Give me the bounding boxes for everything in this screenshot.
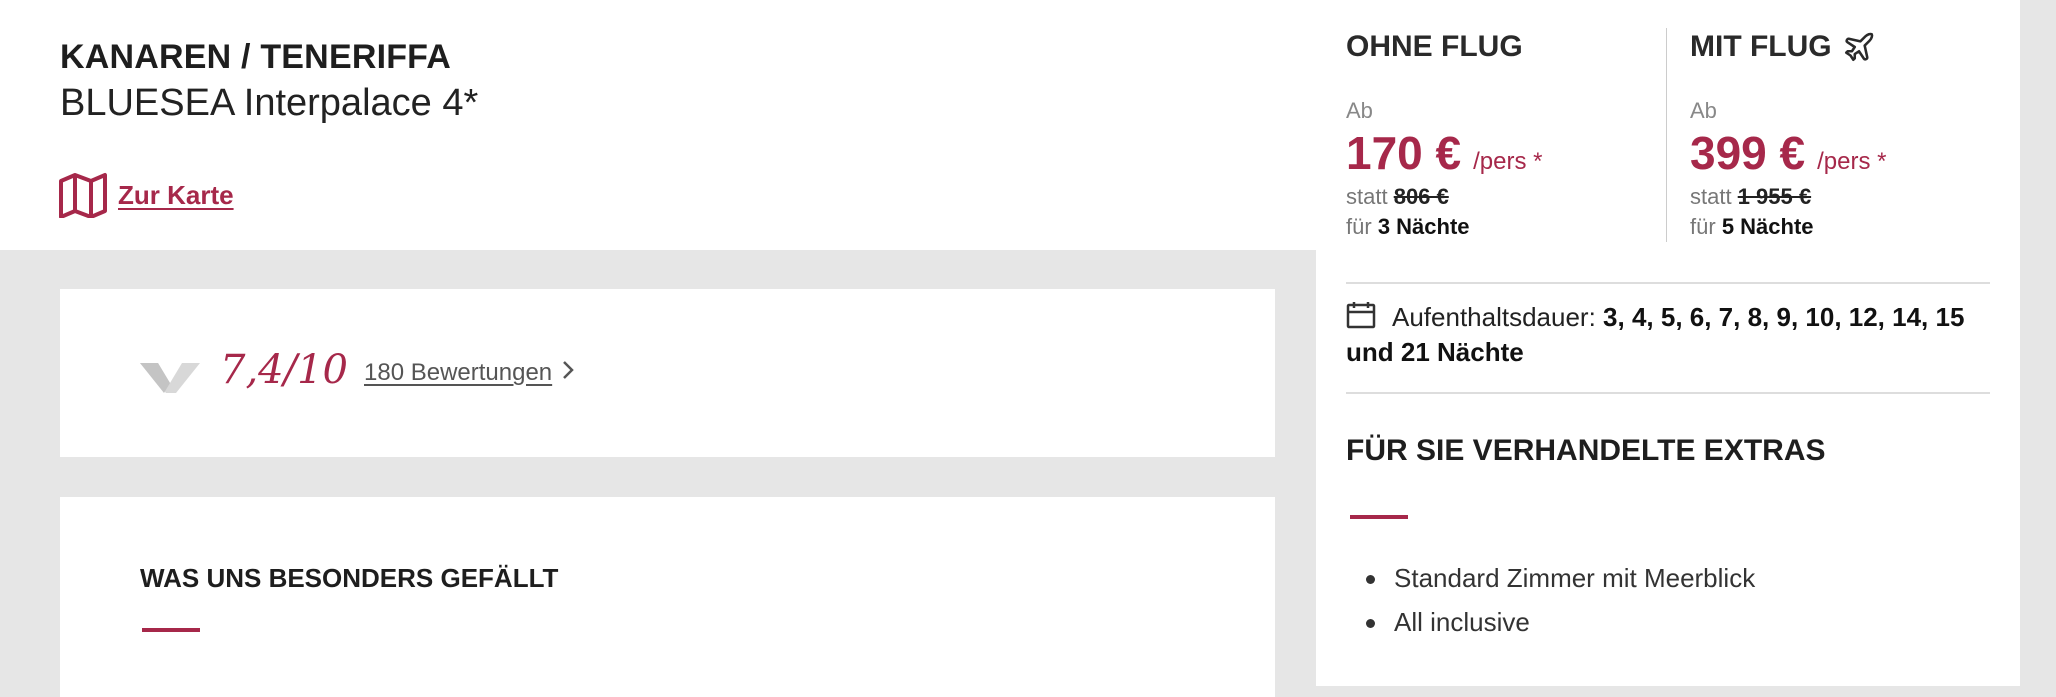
old-price: 1 955 € — [1737, 184, 1812, 209]
divider — [1346, 282, 1990, 284]
nights-prefix: für — [1346, 214, 1372, 239]
price-amount: 399 € — [1690, 127, 1806, 179]
accent-underline — [1350, 515, 1408, 519]
price-amount: 170 € — [1346, 127, 1462, 179]
map-link-label: Zur Karte — [118, 179, 234, 210]
pricing-sidebar: OHNE FLUG Ab 170 € /pers * statt 806 € f… — [1316, 0, 2020, 686]
from-label: Ab — [1346, 98, 1373, 123]
brand-logo — [140, 363, 200, 393]
price-with-flight[interactable]: MIT FLUG Ab 399 € /pers * statt 1 955 € … — [1690, 30, 1990, 240]
price-per-person: /pers * — [1473, 148, 1543, 175]
chevron-right-icon — [562, 359, 574, 387]
stay-duration: Aufenthaltsdauer: 3, 4, 5, 6, 7, 8, 9, 1… — [1346, 300, 2006, 370]
statt-label: statt — [1346, 184, 1388, 209]
list-item: All inclusive — [1346, 600, 1755, 644]
column-divider — [1666, 28, 1667, 242]
old-price: 806 € — [1393, 184, 1449, 209]
extras-title: FÜR SIE VERHANDELTE EXTRAS — [1346, 434, 1826, 467]
calendar-icon — [1346, 302, 1376, 329]
map-icon — [59, 173, 107, 218]
stay-label: Aufenthaltsdauer: — [1392, 302, 1596, 332]
hotel-name: BLUESEA Interpalace 4* — [60, 82, 479, 124]
from-label: Ab — [1690, 98, 1717, 123]
statt-label: statt — [1690, 184, 1732, 209]
rating-score: 7,4/10 — [220, 347, 348, 393]
price-without-flight[interactable]: OHNE FLUG Ab 170 € /pers * statt 806 € f… — [1346, 30, 1646, 240]
highlights-card: WAS UNS BESONDERS GEFÄLLT — [60, 497, 1275, 697]
price-per-person: /pers * — [1817, 148, 1887, 175]
with-flight-title: MIT FLUG — [1690, 30, 1832, 63]
reviews-link[interactable]: 180 Bewertungen — [364, 359, 574, 387]
divider — [1346, 392, 1990, 394]
nights-count: 3 Nächte — [1377, 214, 1470, 239]
highlights-title: WAS UNS BESONDERS GEFÄLLT — [140, 563, 559, 593]
map-link[interactable]: Zur Karte — [58, 172, 234, 218]
airplane-icon — [1844, 32, 1873, 62]
region-title: KANAREN / TENERIFFA — [60, 38, 452, 76]
nights-prefix: für — [1690, 214, 1716, 239]
rating-card: 7,4/10 180 Bewertungen — [60, 289, 1275, 457]
list-item: Standard Zimmer mit Meerblick — [1346, 556, 1755, 600]
without-flight-title: OHNE FLUG — [1346, 30, 1523, 63]
nights-count: 5 Nächte — [1721, 214, 1814, 239]
reviews-link-label: 180 Bewertungen — [364, 359, 553, 386]
hotel-header: KANAREN / TENERIFFA BLUESEA Interpalace … — [0, 0, 1316, 250]
accent-underline — [142, 628, 200, 632]
extras-list: Standard Zimmer mit Meerblick All inclus… — [1346, 556, 1755, 644]
